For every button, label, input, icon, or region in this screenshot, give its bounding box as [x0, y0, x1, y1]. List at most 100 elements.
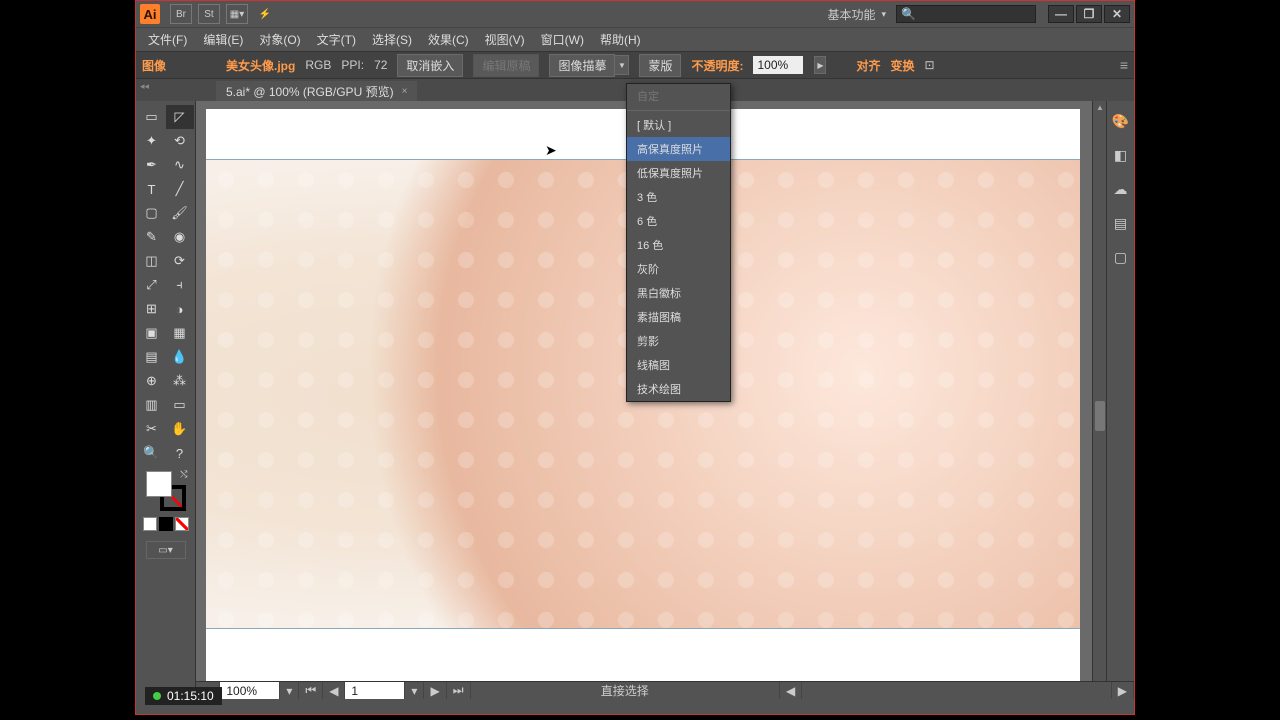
color-white[interactable]	[143, 517, 157, 531]
preset-3-colors[interactable]: 3 色	[627, 185, 730, 209]
swap-fill-stroke-icon[interactable]: ⤭	[180, 469, 187, 480]
paintbrush-tool[interactable]: 🖌	[166, 201, 194, 225]
artboard-next-icon[interactable]: ▶	[424, 682, 446, 699]
scroll-up-icon[interactable]: ▲	[1093, 101, 1107, 113]
blend-tool[interactable]: ⊕	[138, 369, 166, 393]
control-bar-menu-icon[interactable]: ≡	[1120, 57, 1128, 73]
hscroll-left-icon[interactable]: ◀	[780, 682, 802, 699]
image-trace-button[interactable]: 图像描摹	[549, 54, 615, 77]
preset-16-colors[interactable]: 16 色	[627, 233, 730, 257]
pen-tool[interactable]: ✒	[138, 153, 166, 177]
rotate-tool[interactable]: ⟳	[166, 249, 194, 273]
fill-stroke-control[interactable]: ⤭	[146, 471, 186, 511]
artboard-caret-icon[interactable]: ▾	[405, 682, 424, 699]
eraser-tool[interactable]: ◫	[138, 249, 166, 273]
minimize-button[interactable]: —	[1048, 5, 1074, 23]
document-tab[interactable]: 5.ai* @ 100% (RGB/GPU 预览) ×	[216, 81, 417, 101]
mesh-tool[interactable]: ▦	[166, 321, 194, 345]
preset-line-art[interactable]: 线稿图	[627, 353, 730, 377]
screen-mode-button[interactable]: ▭▾	[146, 541, 186, 559]
vertical-scrollbar[interactable]: ▲ ▼	[1092, 101, 1106, 699]
artboards-panel-icon[interactable]: ▢	[1111, 247, 1131, 267]
transform-link[interactable]: 变换	[891, 57, 915, 74]
artboard-prev-icon[interactable]: ◀	[323, 682, 345, 699]
gpu-icon[interactable]: ⚡	[254, 4, 276, 24]
menu-window[interactable]: 窗口(W)	[535, 29, 590, 50]
search-input[interactable]: 🔍	[896, 5, 1036, 23]
zoom-tool[interactable]: 🔍	[138, 441, 166, 465]
color-panel-icon[interactable]: 🎨	[1111, 111, 1131, 131]
zoom-caret-icon[interactable]: ▾	[280, 682, 299, 699]
slice-tool[interactable]: ✂	[138, 417, 166, 441]
tab-close-icon[interactable]: ×	[402, 86, 408, 97]
artboard-last-icon[interactable]: ⏭	[447, 682, 471, 699]
artboard-number-input[interactable]: 1	[345, 682, 405, 699]
shape-builder-tool[interactable]: ◑	[166, 297, 194, 321]
unembed-button[interactable]: 取消嵌入	[397, 54, 463, 77]
hscroll-right-icon[interactable]: ▶	[1112, 682, 1134, 699]
workspace-switcher[interactable]: 基本功能	[817, 6, 896, 23]
pencil-tool[interactable]: ✎	[138, 225, 166, 249]
direct-selection-tool[interactable]: ◸	[166, 105, 194, 129]
curvature-tool[interactable]: ∿	[166, 153, 194, 177]
menu-view[interactable]: 视图(V)	[479, 29, 531, 50]
maximize-button[interactable]: ❐	[1076, 5, 1102, 23]
column-graph-tool[interactable]: ▥	[138, 393, 166, 417]
stock-icon[interactable]: St	[198, 4, 220, 24]
zoom-level-input[interactable]: 100%	[220, 682, 280, 699]
perspective-tool[interactable]: ▣	[138, 321, 166, 345]
control-bar: 图像 美女头像.jpg RGB PPI: 72 取消嵌入 编辑原稿 图像描摹 ▼…	[136, 51, 1134, 79]
preset-silhouettes[interactable]: 剪影	[627, 329, 730, 353]
arrange-docs-icon[interactable]: ▦▾	[226, 4, 248, 24]
magic-wand-tool[interactable]: ✦	[138, 129, 166, 153]
cc-libraries-icon[interactable]: ☁	[1111, 179, 1131, 199]
close-button[interactable]: ✕	[1104, 5, 1130, 23]
menu-object[interactable]: 对象(O)	[253, 29, 306, 50]
line-tool[interactable]: ╱	[166, 177, 194, 201]
align-link[interactable]: 对齐	[856, 57, 880, 74]
scroll-thumb[interactable]	[1095, 401, 1105, 431]
help-icon[interactable]: ?	[166, 441, 194, 465]
free-transform-tool[interactable]: ⊞	[138, 297, 166, 321]
scale-tool[interactable]: ⤢	[138, 273, 166, 297]
menu-file[interactable]: 文件(F)	[142, 29, 193, 50]
opacity-input[interactable]: 100%	[753, 56, 803, 74]
rectangle-tool[interactable]: ▢	[138, 201, 166, 225]
panel-collapse-icon[interactable]: ◂◂	[140, 81, 149, 92]
image-trace-caret-icon[interactable]: ▼	[615, 55, 629, 75]
width-tool[interactable]: ⫞	[166, 273, 194, 297]
menu-help[interactable]: 帮助(H)	[594, 29, 647, 50]
linked-file-name[interactable]: 美女头像.jpg	[226, 57, 295, 74]
preset-6-colors[interactable]: 6 色	[627, 209, 730, 233]
blob-brush-tool[interactable]: ◉	[166, 225, 194, 249]
selection-tool[interactable]: ▭	[138, 105, 166, 129]
type-tool[interactable]: T	[138, 177, 166, 201]
preset-default[interactable]: [ 默认 ]	[627, 113, 730, 137]
preset-low-fidelity[interactable]: 低保真度照片	[627, 161, 730, 185]
symbol-sprayer-tool[interactable]: ⁂	[166, 369, 194, 393]
mask-button[interactable]: 蒙版	[639, 54, 681, 77]
fill-swatch[interactable]	[146, 471, 172, 497]
eyedropper-tool[interactable]: 💧	[166, 345, 194, 369]
artboard-first-icon[interactable]: ⏮	[299, 682, 323, 699]
bridge-icon[interactable]: Br	[170, 4, 192, 24]
preset-technical-drawing[interactable]: 技术绘图	[627, 377, 730, 401]
color-none[interactable]	[175, 517, 189, 531]
preset-high-fidelity[interactable]: 高保真度照片	[627, 137, 730, 161]
color-black[interactable]	[159, 517, 173, 531]
menu-select[interactable]: 选择(S)	[366, 29, 418, 50]
menu-edit[interactable]: 编辑(E)	[197, 29, 249, 50]
preset-sketched-art[interactable]: 素描图稿	[627, 305, 730, 329]
menu-type[interactable]: 文字(T)	[311, 29, 362, 50]
menu-effect[interactable]: 效果(C)	[422, 29, 475, 50]
swatches-panel-icon[interactable]: ◧	[1111, 145, 1131, 165]
preset-bw-logo[interactable]: 黑白徽标	[627, 281, 730, 305]
lasso-tool[interactable]: ⟲	[166, 129, 194, 153]
hand-tool[interactable]: ✋	[166, 417, 194, 441]
gradient-tool[interactable]: ▤	[138, 345, 166, 369]
layers-panel-icon[interactable]: ▤	[1111, 213, 1131, 233]
image-trace-dropdown[interactable]: 图像描摹 ▼	[549, 54, 629, 77]
preset-grayscale[interactable]: 灰阶	[627, 257, 730, 281]
opacity-caret-icon[interactable]: ▶	[814, 56, 826, 74]
artboard-tool[interactable]: ▭	[166, 393, 194, 417]
